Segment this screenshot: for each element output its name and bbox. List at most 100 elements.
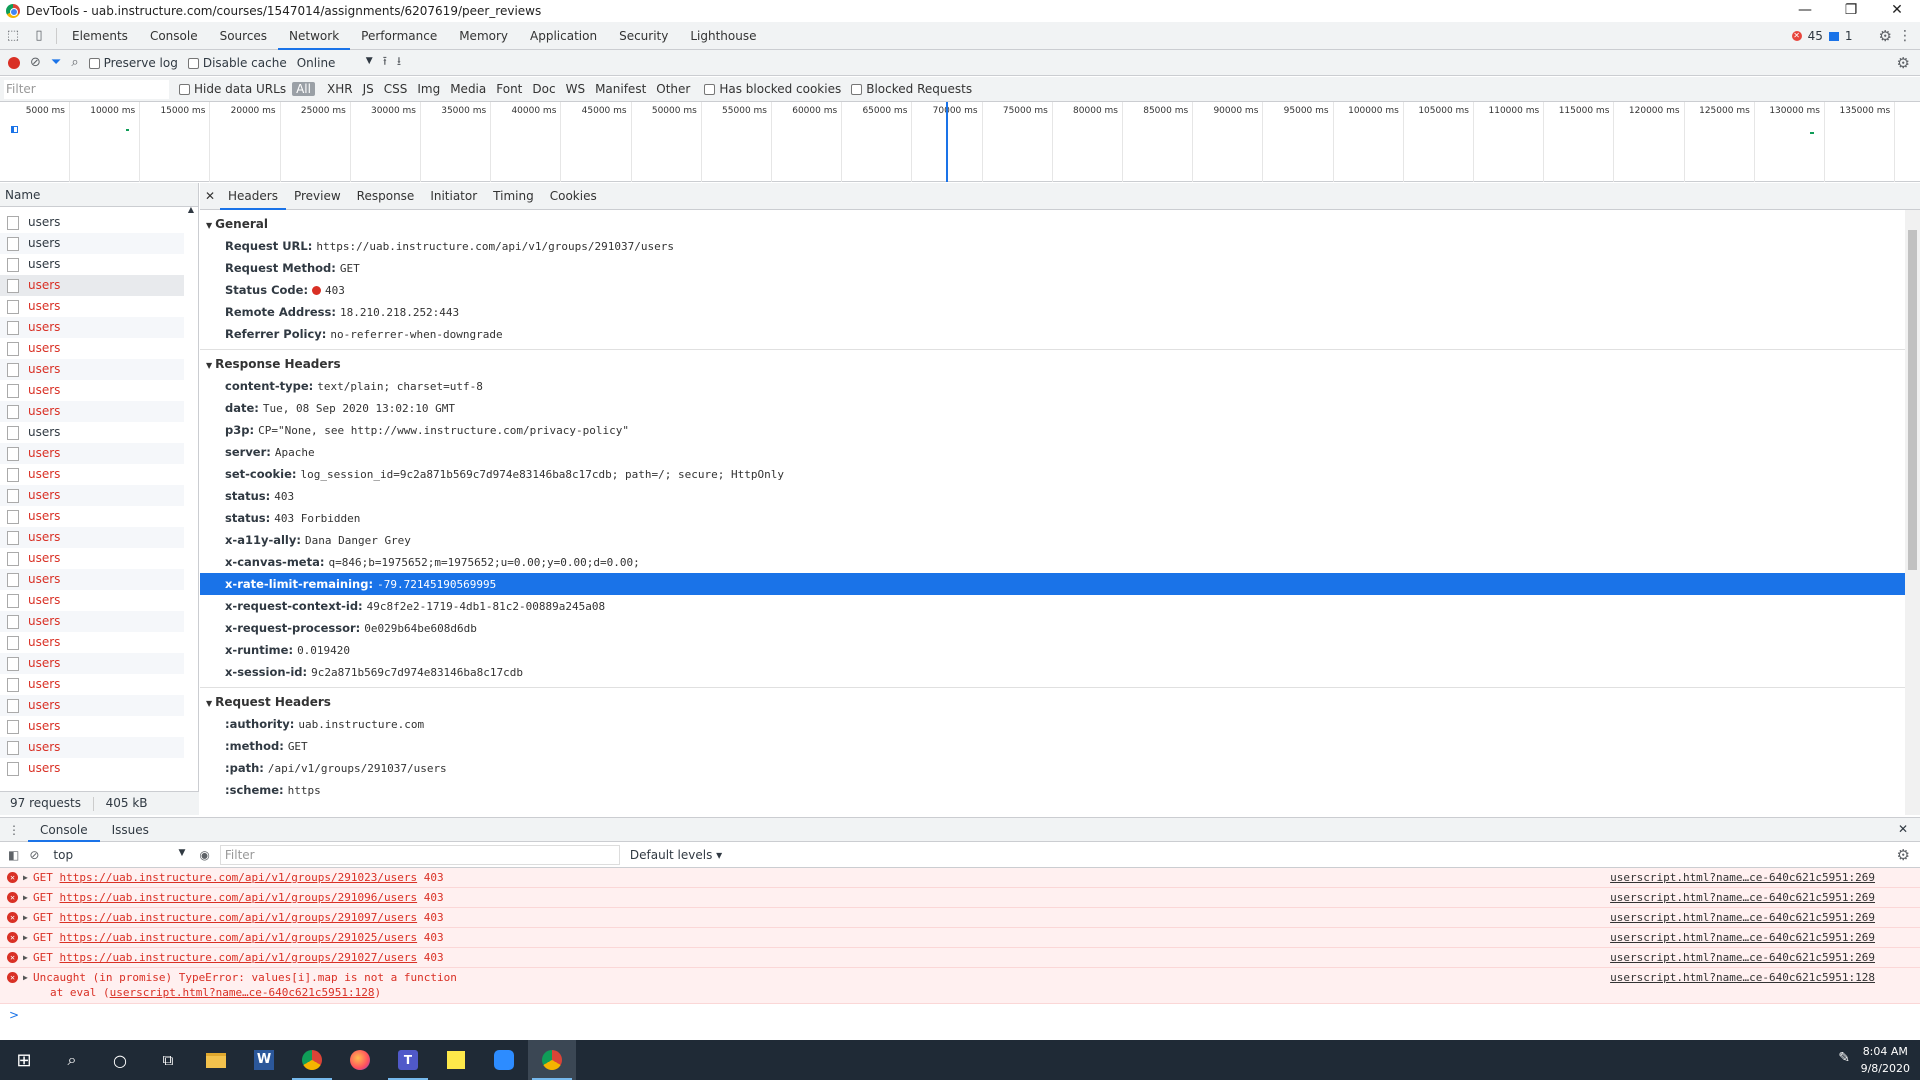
request-row[interactable]: users	[0, 758, 184, 779]
request-row[interactable]: users	[0, 464, 184, 485]
more-menu-icon[interactable]: ⋮	[1898, 28, 1912, 44]
chrome-devtools-icon[interactable]	[528, 1040, 576, 1080]
sidebar-toggle-icon[interactable]: ◧	[8, 848, 19, 862]
request-row[interactable]: users	[0, 401, 184, 422]
header-row[interactable]: x-canvas-meta: q=846;b=1975652;m=1975652;…	[200, 551, 1905, 573]
close-detail-icon[interactable]: ✕	[200, 189, 220, 203]
zoom-icon[interactable]	[480, 1040, 528, 1080]
request-row[interactable]: users	[0, 527, 184, 548]
type-filter-other[interactable]: Other	[652, 82, 694, 96]
pen-workspace-icon[interactable]: ✎	[1838, 1050, 1850, 1066]
console-error-message[interactable]: ✕ ▶ GET https://uab.instructure.com/api/v1…	[0, 948, 1920, 968]
teams-icon[interactable]: T	[384, 1040, 432, 1080]
drawer-tab-console[interactable]: Console	[28, 818, 100, 842]
request-row[interactable]: users	[0, 548, 184, 569]
header-row[interactable]: x-a11y-ally: Dana Danger Grey	[200, 529, 1905, 551]
header-row[interactable]: Referrer Policy: no-referrer-when-downgra…	[200, 323, 1905, 345]
chrome-icon[interactable]	[288, 1040, 336, 1080]
request-row[interactable]: users	[0, 653, 184, 674]
tab-performance[interactable]: Performance	[350, 22, 448, 50]
request-row[interactable]: users	[0, 275, 184, 296]
import-har-icon[interactable]: ⭱	[383, 52, 387, 73]
response-headers-section-title[interactable]: ▼ Response Headers	[200, 353, 1905, 375]
request-headers-section-title[interactable]: ▼ Request Headers	[200, 691, 1905, 713]
request-row[interactable]: users	[0, 737, 184, 758]
request-url-link[interactable]: https://uab.instructure.com/api/v1/group…	[60, 911, 418, 924]
clear-icon[interactable]: ⊘	[30, 55, 41, 70]
word-icon[interactable]: W	[240, 1040, 288, 1080]
request-row[interactable]: users	[0, 338, 184, 359]
header-row[interactable]: content-type: text/plain; charset=utf-8	[200, 375, 1905, 397]
type-filter-ws[interactable]: WS	[562, 82, 589, 96]
tab-headers[interactable]: Headers	[220, 183, 286, 210]
source-link[interactable]: userscript.html?name…ce-640c621c5951:269	[1610, 948, 1875, 967]
tab-preview[interactable]: Preview	[286, 183, 349, 210]
tab-security[interactable]: Security	[608, 22, 679, 50]
request-row[interactable]: users	[0, 422, 184, 443]
header-row[interactable]: Request Method: GET	[200, 257, 1905, 279]
blocked-requests-checkbox[interactable]: Blocked Requests	[851, 82, 972, 96]
firefox-icon[interactable]	[336, 1040, 384, 1080]
expand-triangle-icon[interactable]: ▶	[23, 928, 28, 947]
request-url-link[interactable]: https://uab.instructure.com/api/v1/group…	[60, 891, 418, 904]
header-row[interactable]: x-request-processor: 0e029b64be608d6db	[200, 617, 1905, 639]
device-toolbar-icon[interactable]: ▯	[26, 28, 52, 43]
request-row[interactable]: users	[0, 212, 184, 233]
header-row[interactable]: status: 403 Forbidden	[200, 507, 1905, 529]
header-row[interactable]: Status Code: 403	[200, 279, 1905, 301]
checkbox-icon[interactable]	[179, 84, 190, 95]
throttling-select[interactable]: Online ▼	[297, 56, 373, 70]
header-row[interactable]: set-cookie: log_session_id=9c2a871b569c7d…	[200, 463, 1905, 485]
preserve-log-checkbox[interactable]: Preserve log	[88, 56, 178, 70]
header-row[interactable]: x-rate-limit-remaining: -79.7214519056999…	[200, 573, 1905, 595]
close-window-button[interactable]: ✕	[1874, 0, 1920, 22]
header-row[interactable]: x-request-context-id: 49c8f2e2-1719-4db1-…	[200, 595, 1905, 617]
collapse-triangle-icon[interactable]: ▼	[206, 361, 212, 370]
header-row[interactable]: :path:/api/v1/groups/291037/users	[200, 757, 1905, 779]
console-filter-input[interactable]: Filter	[219, 844, 620, 865]
request-row[interactable]: users	[0, 632, 184, 653]
expand-triangle-icon[interactable]: ▶	[23, 868, 28, 887]
close-drawer-icon[interactable]: ✕	[1898, 822, 1908, 836]
record-icon[interactable]	[8, 56, 20, 69]
request-row[interactable]: users	[0, 611, 184, 632]
scroll-thumb[interactable]	[1908, 230, 1917, 570]
drawer-tab-issues[interactable]: Issues	[100, 818, 161, 842]
request-url-link[interactable]: https://uab.instructure.com/api/v1/group…	[60, 871, 418, 884]
clear-console-icon[interactable]: ⊘	[29, 848, 39, 862]
collapse-triangle-icon[interactable]: ▼	[206, 699, 212, 708]
source-link[interactable]: userscript.html?name…ce-640c621c5951:269	[1610, 868, 1875, 887]
message-count-icon[interactable]	[1828, 31, 1839, 41]
type-filter-js[interactable]: JS	[359, 82, 378, 96]
checkbox-icon[interactable]	[88, 57, 100, 69]
request-row[interactable]: users	[0, 569, 184, 590]
header-row[interactable]: server: Apache	[200, 441, 1905, 463]
request-row[interactable]: users	[0, 359, 184, 380]
console-prompt[interactable]: >	[0, 1004, 1920, 1026]
header-row[interactable]: p3p: CP="None, see http://www.instructure…	[200, 419, 1905, 441]
console-error-message[interactable]: ✕ ▶ GET https://uab.instructure.com/api/v1…	[0, 868, 1920, 888]
request-row[interactable]: users	[0, 716, 184, 737]
type-filter-css[interactable]: CSS	[380, 82, 412, 96]
request-row[interactable]: users	[0, 674, 184, 695]
request-list-scrollbar[interactable]: ▲ ▼	[184, 205, 196, 806]
console-error-message[interactable]: ✕ ▶ GET https://uab.instructure.com/api/v1…	[0, 928, 1920, 948]
request-row[interactable]: users	[0, 254, 184, 275]
file-explorer-icon[interactable]	[192, 1040, 240, 1080]
type-filter-font[interactable]: Font	[492, 82, 526, 96]
disable-cache-checkbox[interactable]: Disable cache	[187, 56, 287, 70]
source-link[interactable]: userscript.html?name…ce-640c621c5951:128	[1610, 968, 1875, 987]
type-filter-img[interactable]: Img	[413, 82, 444, 96]
expand-triangle-icon[interactable]: ▶	[23, 948, 28, 967]
tab-initiator[interactable]: Initiator	[422, 183, 485, 210]
type-filter-media[interactable]: Media	[446, 82, 490, 96]
network-overview-timeline[interactable]: 5000 ms 10000 ms 15000 ms 20000 ms 25000 ms 3…	[0, 102, 1920, 182]
source-link[interactable]: userscript.html?name…ce-640c621c5951:269	[1610, 908, 1875, 927]
console-error-message[interactable]: ✕ ▶ GET https://uab.instructure.com/api/v1…	[0, 888, 1920, 908]
header-row[interactable]: date: Tue, 08 Sep 2020 13:02:10 GMT	[200, 397, 1905, 419]
context-select[interactable]: top ▼	[49, 848, 189, 862]
tab-memory[interactable]: Memory	[448, 22, 519, 50]
source-link[interactable]: userscript.html?name…ce-640c621c5951:269	[1610, 928, 1875, 947]
search-icon[interactable]: ⌕	[71, 55, 78, 70]
export-har-icon[interactable]: ⭳	[397, 52, 401, 73]
